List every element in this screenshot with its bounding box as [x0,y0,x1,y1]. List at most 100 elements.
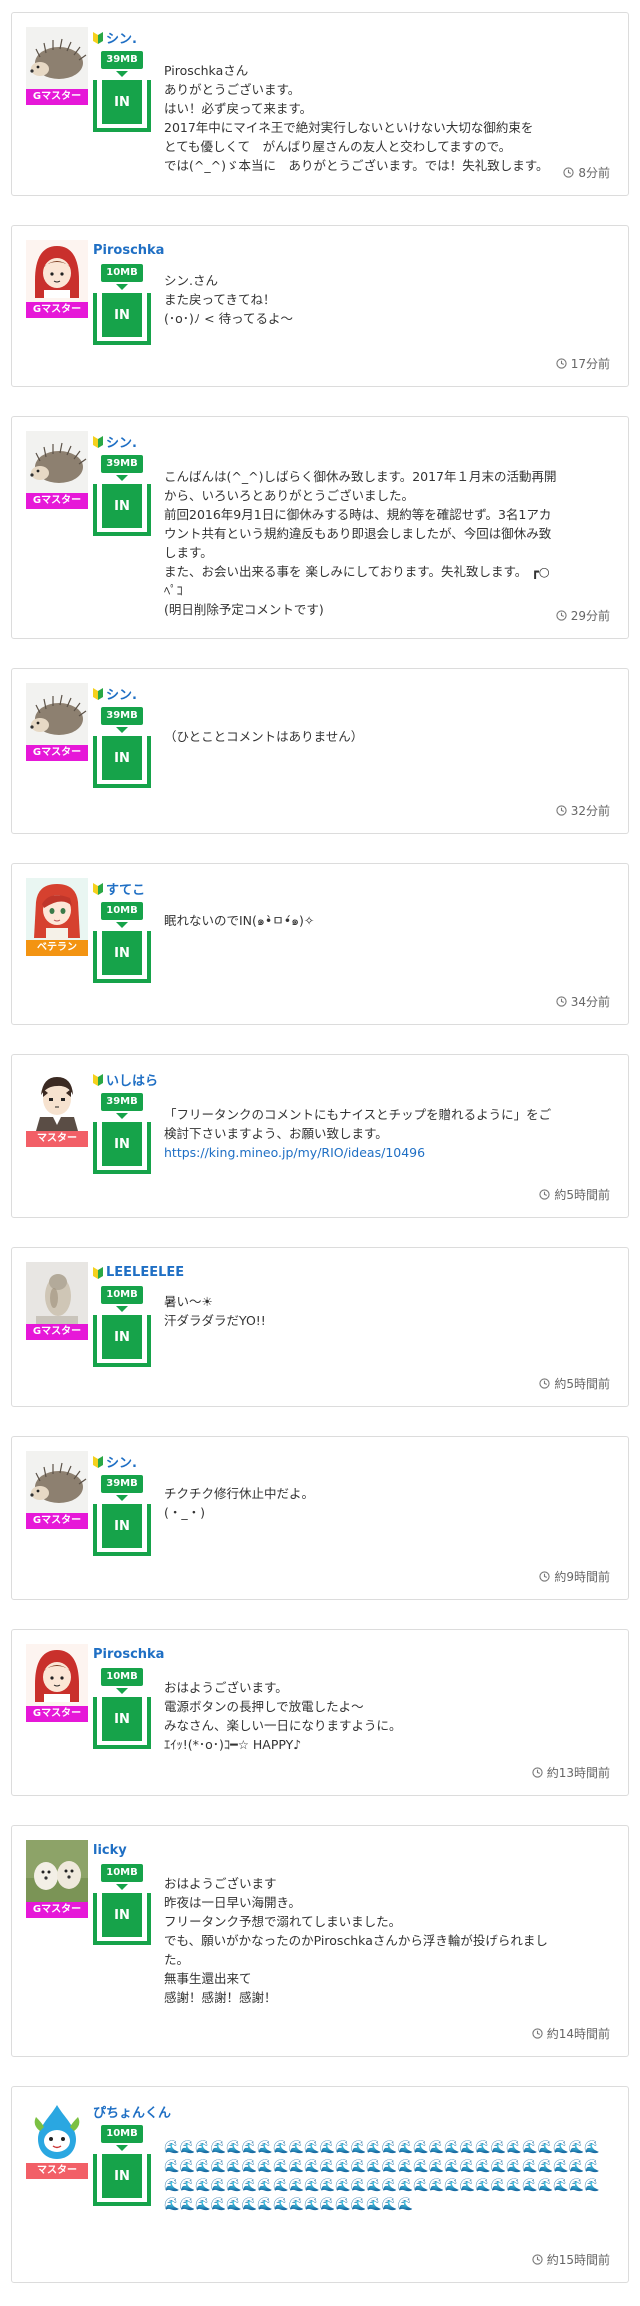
rank-badge: Gマスター [26,493,88,509]
time-label: 約5時間前 [554,1188,610,1202]
user-avatar[interactable] [26,27,88,89]
post-time: 8分前 [563,164,610,181]
user-name-link[interactable]: licky [93,1843,127,1858]
clock-icon [532,1767,543,1778]
comment-line: 暑い～☀ [164,1294,213,1309]
comment-line: おはようございます [164,1876,277,1891]
comment-line: 🌊🌊🌊🌊🌊🌊🌊🌊🌊🌊🌊🌊🌊🌊🌊🌊 [164,2196,414,2211]
post-time: 29分前 [556,607,610,624]
clock-icon [532,2028,543,2039]
tank-in-indicator: 10MB IN [93,1864,151,1945]
user-name-link[interactable]: シン. [106,432,137,451]
comment-line: た。 [164,1952,190,1967]
tank-icon: IN [93,736,151,788]
comment-text: （ひとことコメントはありません） [164,727,610,746]
comment-line: 検討下さいますよう、お願い致します。 [164,1126,388,1141]
beginner-leaf-icon [93,883,103,895]
user-name-link[interactable]: Piroschka [93,1647,164,1662]
user-name-link[interactable]: いしはら [106,1070,158,1089]
comment-line: (明日削除予定コメントです) [164,602,324,617]
comment-line: 2017年中にマイネ王で絶対実行しないといけない大切な御約束を [164,120,534,135]
rank-badge: Gマスター [26,745,88,761]
clock-icon [539,1378,550,1389]
beginner-leaf-icon [93,1267,103,1279]
tank-in-indicator: 39MB IN [93,455,151,536]
beginner-leaf-icon [93,436,103,448]
tank-in-indicator: 10MB IN [93,264,151,345]
comment-line: 🌊🌊🌊🌊🌊🌊🌊🌊🌊🌊🌊🌊🌊🌊🌊🌊🌊🌊🌊🌊🌊🌊🌊🌊🌊🌊🌊🌊 [164,2158,600,2173]
in-label: IN [102,293,142,337]
comment-line: チクチク修行休止中だよ。 [164,1486,315,1501]
comment-text: シン.さん また戻ってきてね！ (･o･)ﾉ < 待ってるよ～ [164,271,610,328]
arrow-down-icon [116,1688,128,1694]
rank-badge: Gマスター [26,1324,88,1340]
time-label: 約14時間前 [546,2027,610,2041]
user-name-link[interactable]: Piroschka [93,243,164,258]
clock-icon [556,358,567,369]
tank-icon: IN [93,484,151,536]
mb-amount-badge: 10MB [101,2125,143,2143]
in-label: IN [102,1893,142,1937]
post-time: 約15時間前 [532,2251,610,2268]
post-time: 32分前 [556,802,610,819]
comment-line: こんばんは(^_^)しばらく御休み致します。2017年１月末の活動再開 [164,469,557,484]
post-time: 約14時間前 [532,2025,610,2042]
comment-line: とても優しくて がんばり屋さんの友人と交わしてますので。 [164,139,512,154]
comment-card: Gマスター LEELEELEE 10MB IN 暑い～☀ 汗ダラダラだYO!! 約… [11,1247,629,1407]
clock-icon [532,2254,543,2265]
in-label: IN [102,931,142,975]
clock-icon [556,996,567,1007]
user-avatar[interactable] [26,1644,88,1706]
comment-line: (・_・) [164,1505,206,1520]
user-avatar[interactable] [26,1840,88,1902]
comment-card: Gマスター シン. 39MB IN チクチク修行休止中だよ。 (・_・) 約9時間… [11,1436,629,1600]
comment-line: Piroschkaさん [164,63,249,78]
tank-icon: IN [93,1315,151,1367]
arrow-down-icon [116,1884,128,1890]
user-avatar[interactable] [26,1262,88,1324]
comment-line: (･o･)ﾉ < 待ってるよ～ [164,311,293,326]
user-name-link[interactable]: すてこ [106,879,145,898]
tank-in-indicator: 10MB IN [93,902,151,983]
comment-line: 前回2016年9月1日に御休みする時は、規約等を確認せず。3名1アカ [164,507,552,522]
user-name-link[interactable]: シン. [106,1452,137,1471]
user-name-link[interactable]: シン. [106,684,137,703]
comment-line: フリータンク予想で溺れてしまいました。 [164,1914,402,1929]
comment-card: ベテラン すてこ 10MB IN 眠れないのでIN(๑•̀ㅁ•́๑)✧ 34分前 [11,863,629,1025]
user-name-link[interactable]: LEELEELEE [106,1265,184,1280]
arrow-down-icon [116,1495,128,1501]
clock-icon [539,1189,550,1200]
comment-line: ｴｲｯ!(*･o･)ｺ━☆ HAPPY♪ [164,1737,302,1752]
tank-in-indicator: 39MB IN [93,1475,151,1556]
user-avatar[interactable] [26,431,88,493]
time-label: 34分前 [570,995,610,1009]
comment-line: から、いろいろとありがとうございました。 [164,488,415,503]
comment-line: はい！必ず戻って来ます。 [164,101,313,116]
idea-link[interactable]: https://king.mineo.jp/my/RIO/ideas/10496 [164,1145,425,1160]
tank-icon: IN [93,1504,151,1556]
mb-amount-badge: 39MB [101,455,143,473]
user-avatar[interactable] [26,878,88,940]
arrow-down-icon [116,71,128,77]
user-avatar[interactable] [26,1069,88,1131]
user-avatar[interactable] [26,240,88,302]
user-name-link[interactable]: シン. [106,28,137,47]
comment-card: マスター ぴちょんくん 10MB IN 🌊🌊🌊🌊🌊🌊🌊🌊🌊🌊🌊🌊🌊🌊🌊🌊🌊🌊🌊🌊… [11,2086,629,2283]
user-name-link[interactable]: ぴちょんくん [93,2102,171,2121]
comment-line: また、お会い出来る事を 楽しみにしております。失礼致します。 ┏○ [164,564,550,579]
in-label: IN [102,484,142,528]
post-time: 34分前 [556,993,610,1010]
comment-line: 汗ダラダラだYO!! [164,1313,266,1328]
user-avatar[interactable] [26,2101,88,2163]
in-label: IN [102,2154,142,2198]
comment-line: 🌊🌊🌊🌊🌊🌊🌊🌊🌊🌊🌊🌊🌊🌊🌊🌊🌊🌊🌊🌊🌊🌊🌊🌊🌊🌊🌊🌊 [164,2139,600,2154]
mb-amount-badge: 10MB [101,1286,143,1304]
user-avatar[interactable] [26,1451,88,1513]
mb-amount-badge: 10MB [101,1864,143,1882]
comment-line: おはようございます。 [164,1680,288,1695]
comment-card: Gマスター Piroschka 10MB IN シン.さん また戻ってきてね！ (･… [11,225,629,387]
comment-line: ありがとうございます。 [164,82,301,97]
rank-badge: Gマスター [26,1902,88,1918]
comment-line: 昨夜は一日早い海開き。 [164,1895,301,1910]
user-avatar[interactable] [26,683,88,745]
